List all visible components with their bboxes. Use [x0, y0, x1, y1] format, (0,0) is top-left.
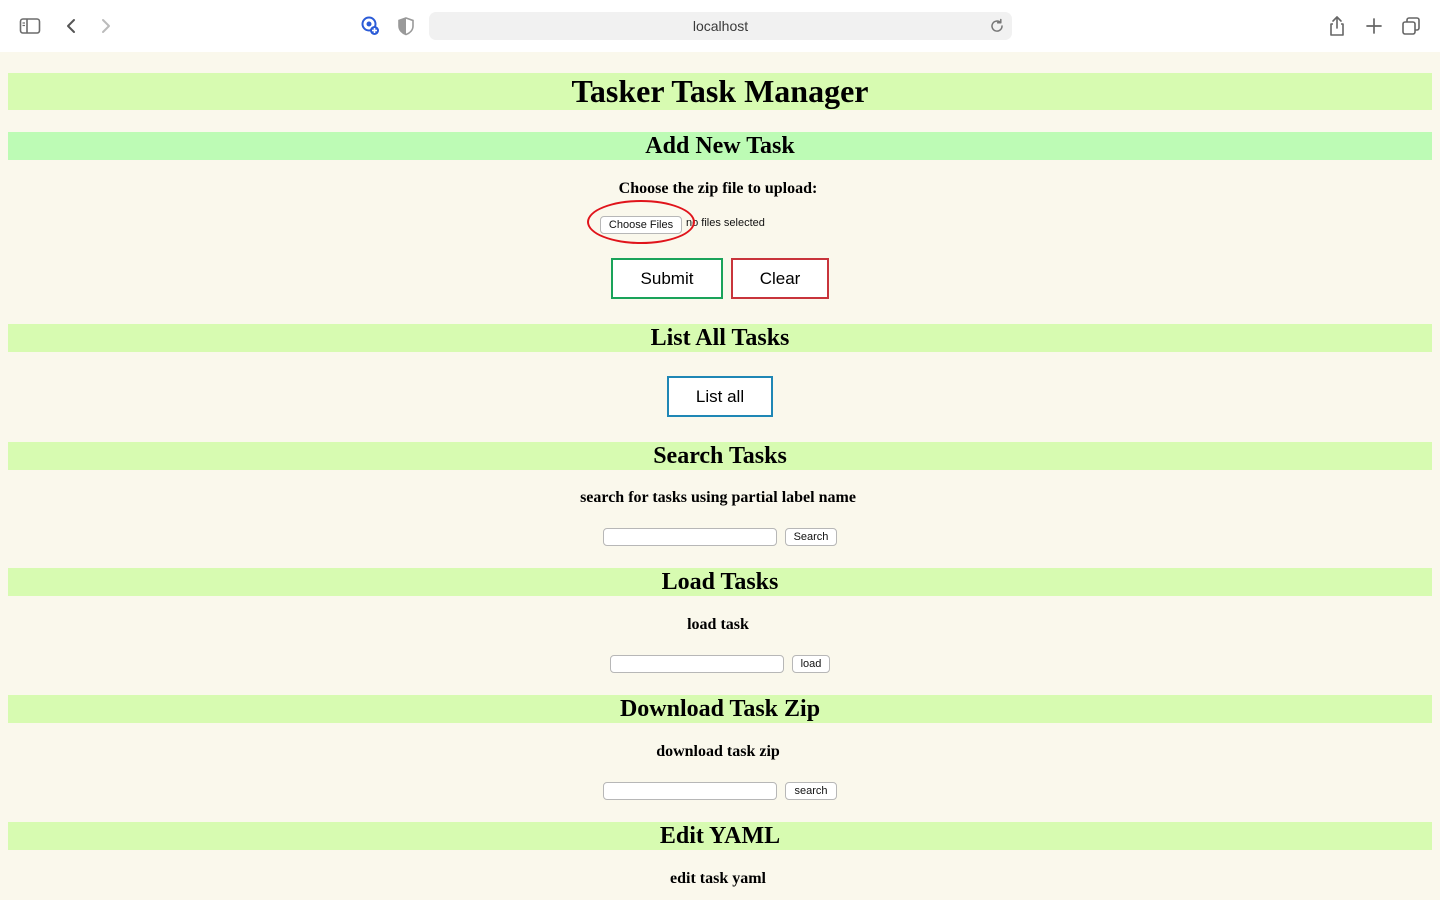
clear-button[interactable]: Clear	[731, 258, 829, 299]
browser-toolbar: localhost	[0, 0, 1440, 52]
new-tab-icon[interactable]	[1362, 14, 1386, 38]
file-status-text: no files selected	[686, 217, 765, 229]
edit-yaml-prompt: edit task yaml	[670, 870, 766, 887]
share-icon[interactable]	[1325, 14, 1349, 38]
page-content: Tasker Task Manager Add New Task Choose …	[0, 52, 1440, 900]
extension-icon[interactable]	[358, 14, 382, 38]
download-search-button[interactable]: search	[785, 782, 837, 800]
page-title: Tasker Task Manager	[8, 73, 1432, 110]
load-prompt: load task	[687, 616, 749, 633]
search-prompt: search for tasks using partial label nam…	[580, 489, 856, 506]
edit-yaml-heading: Edit YAML	[8, 822, 1432, 850]
list-tasks-heading: List All Tasks	[8, 324, 1432, 352]
address-bar[interactable]: localhost	[429, 12, 1012, 40]
shield-icon[interactable]	[394, 14, 418, 38]
list-all-button[interactable]: List all	[667, 376, 773, 417]
search-tasks-heading: Search Tasks	[8, 442, 1432, 470]
annotation-circle	[587, 200, 695, 244]
submit-button[interactable]: Submit	[611, 258, 723, 299]
tabs-overview-icon[interactable]	[1399, 14, 1423, 38]
download-zip-heading: Download Task Zip	[8, 695, 1432, 723]
url-text: localhost	[692, 18, 749, 34]
search-button[interactable]: Search	[785, 528, 837, 546]
download-input[interactable]	[603, 782, 777, 800]
upload-prompt: Choose the zip file to upload:	[618, 180, 818, 197]
back-icon[interactable]	[59, 14, 83, 38]
sidebar-icon[interactable]	[18, 14, 42, 38]
download-prompt: download task zip	[656, 743, 780, 760]
forward-icon[interactable]	[94, 14, 118, 38]
load-input[interactable]	[610, 655, 784, 673]
load-button[interactable]: load	[792, 655, 830, 673]
load-tasks-heading: Load Tasks	[8, 568, 1432, 596]
search-input[interactable]	[603, 528, 777, 546]
add-task-heading: Add New Task	[8, 132, 1432, 160]
reload-icon[interactable]	[988, 17, 1006, 35]
